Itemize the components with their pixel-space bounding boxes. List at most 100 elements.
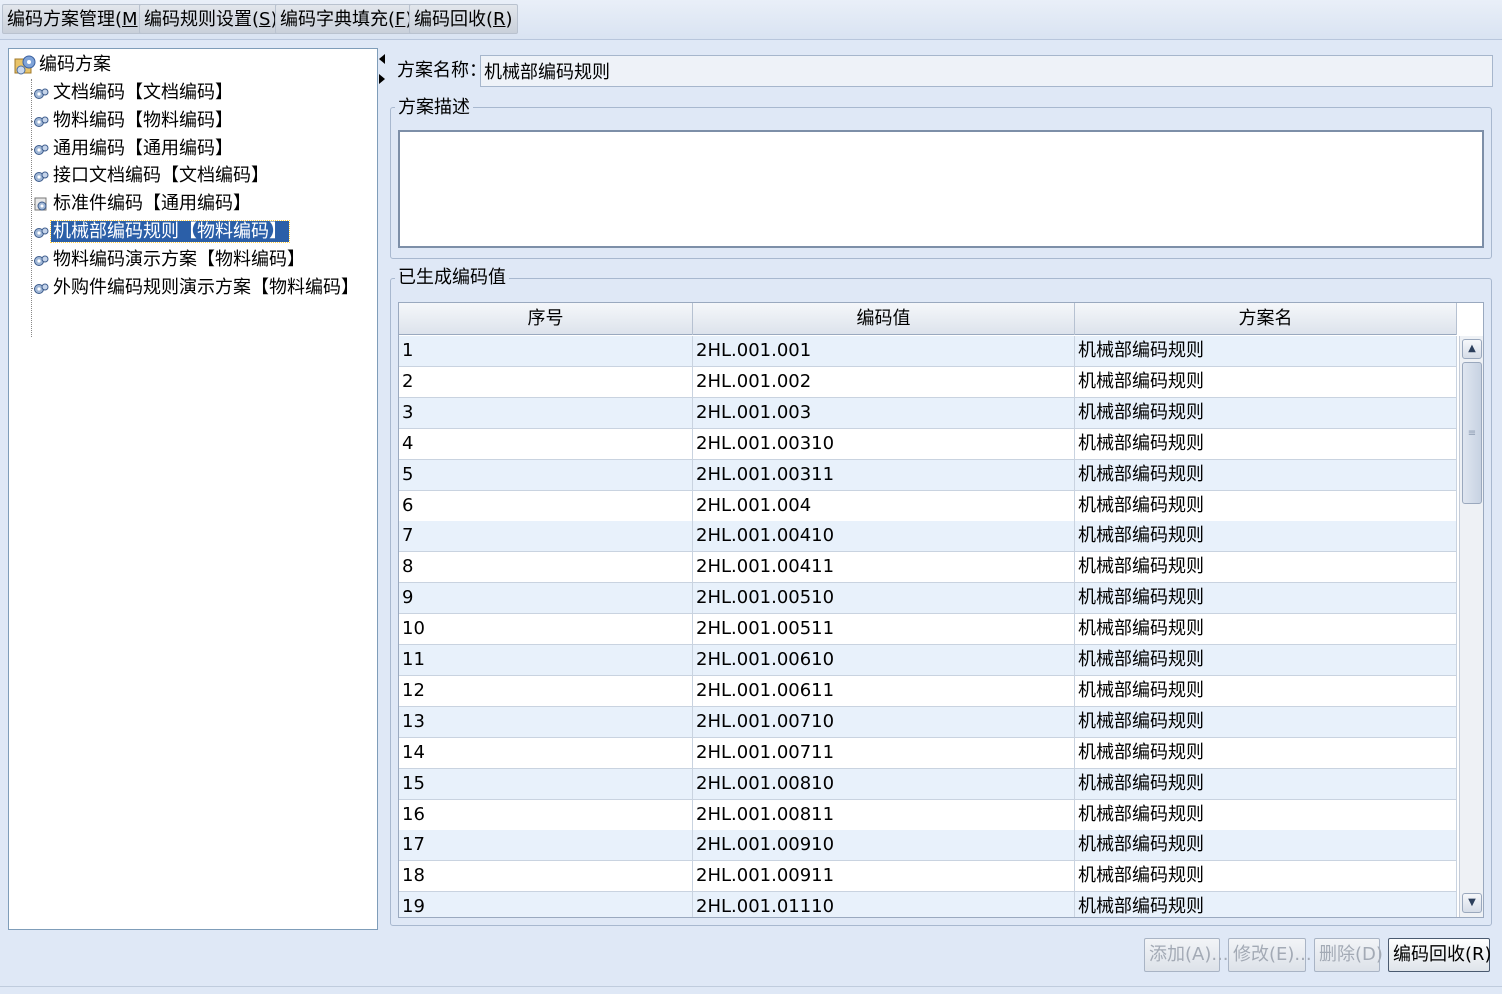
table-row[interactable]: 9 2HL.001.00510 机械部编码规则	[399, 583, 1457, 615]
cell-code: 2HL.001.00610	[693, 645, 1075, 675]
table-row[interactable]: 12 2HL.001.00611 机械部编码规则	[399, 675, 1457, 707]
description-textarea[interactable]	[398, 130, 1484, 248]
recycle-button[interactable]: 编码回收(R)	[1388, 938, 1492, 972]
menu-code-recycle[interactable]: 编码回收(R)	[409, 4, 518, 34]
cell-index: 9	[399, 583, 693, 614]
tree-item[interactable]: 物料编码演示方案【物料编码】	[51, 247, 307, 273]
table-row[interactable]: 3 2HL.001.003 机械部编码规则	[399, 397, 1457, 429]
table-scrollbar[interactable]: ▲ ≡ ▼	[1459, 336, 1483, 917]
cell-index: 1	[399, 336, 693, 366]
gear-icon	[34, 88, 49, 99]
tree-root[interactable]: 编码方案	[39, 52, 111, 78]
tree-item[interactable]: 标准件编码【通用编码】	[51, 191, 253, 217]
menu-label: 编码方案管理	[7, 9, 115, 30]
table-row[interactable]: 14 2HL.001.00711 机械部编码规则	[399, 737, 1457, 769]
scroll-thumb[interactable]: ≡	[1462, 362, 1482, 504]
gear-icon	[34, 255, 49, 266]
menu-shortcut: F	[395, 9, 406, 30]
scheme-tree[interactable]: 编码方案 文档编码【文档编码】物料编码【物料编码】通用编码【通用编码】接口文档编…	[8, 48, 378, 930]
menu-label: 编码字典填充	[280, 9, 388, 30]
description-group-title: 方案描述	[395, 97, 473, 119]
scroll-up-button[interactable]: ▲	[1462, 339, 1482, 359]
cell-scheme: 机械部编码规则	[1075, 336, 1457, 366]
generated-codes-group-title: 已生成编码值	[395, 267, 509, 289]
cell-index: 13	[399, 706, 693, 737]
table-row[interactable]: 8 2HL.001.00411 机械部编码规则	[399, 552, 1457, 584]
table-row[interactable]: 15 2HL.001.00810 机械部编码规则	[399, 768, 1457, 800]
menu-shortcut: M	[122, 9, 138, 30]
cell-code: 2HL.001.00811	[693, 799, 1075, 830]
table-row[interactable]: 5 2HL.001.00311 机械部编码规则	[399, 459, 1457, 491]
cell-index: 6	[399, 490, 693, 521]
menu-shortcut: R	[493, 9, 506, 30]
table-header: 序号 编码值 方案名	[399, 303, 1457, 335]
add-button[interactable]: 添加(A)...	[1144, 938, 1229, 972]
tree-item-label: 物料编码演示方案【物料编码】	[53, 248, 305, 270]
cell-index: 7	[399, 521, 693, 552]
tree-item-label: 通用编码【通用编码】	[53, 137, 233, 159]
cell-index: 16	[399, 799, 693, 830]
tree-item-label: 接口文档编码【文档编码】	[53, 165, 269, 187]
cell-scheme: 机械部编码规则	[1075, 583, 1457, 614]
cell-code: 2HL.001.00510	[693, 583, 1075, 614]
cell-code: 2HL.001.00310	[693, 428, 1075, 459]
tree-item[interactable]: 外购件编码规则演示方案【物料编码】	[51, 275, 361, 301]
tree-item[interactable]: 物料编码【物料编码】	[51, 108, 235, 134]
column-header-scheme[interactable]: 方案名	[1075, 303, 1457, 335]
delete-button[interactable]: 删除(D)	[1314, 938, 1383, 972]
gear-icon	[34, 171, 49, 183]
table-row[interactable]: 6 2HL.001.004 机械部编码规则	[399, 490, 1457, 522]
column-header-code[interactable]: 编码值	[693, 303, 1075, 335]
column-header-index[interactable]: 序号	[399, 303, 693, 335]
cell-index: 10	[399, 614, 693, 645]
cell-scheme: 机械部编码规则	[1075, 706, 1457, 737]
table-row[interactable]: 16 2HL.001.00811 机械部编码规则	[399, 799, 1457, 831]
table-row[interactable]: 17 2HL.001.00910 机械部编码规则	[399, 830, 1457, 862]
tree-item[interactable]: 文档编码【文档编码】	[51, 80, 235, 106]
menu-scheme-management[interactable]: 编码方案管理(M)	[2, 4, 150, 34]
table-row[interactable]: 4 2HL.001.00310 机械部编码规则	[399, 428, 1457, 460]
codes-table[interactable]: 序号 编码值 方案名 1 2HL.001.001 机械部编码规则 2 2HL.001.0…	[398, 302, 1484, 918]
scheme-name-label: 方案名称：	[397, 60, 487, 81]
scroll-down-button[interactable]: ▼	[1462, 893, 1482, 913]
tree-item-label: 机械部编码规则【物料编码】	[50, 220, 290, 243]
cell-code: 2HL.001.00410	[693, 521, 1075, 552]
cell-code: 2HL.001.00911	[693, 861, 1075, 892]
tree-connector	[31, 79, 32, 337]
cell-code: 2HL.001.00711	[693, 737, 1075, 768]
cell-index: 2	[399, 366, 693, 397]
tree-item-label: 外购件编码规则演示方案【物料编码】	[53, 276, 359, 298]
table-row[interactable]: 1 2HL.001.001 机械部编码规则	[399, 336, 1457, 367]
cell-scheme: 机械部编码规则	[1075, 397, 1457, 428]
cell-scheme: 机械部编码规则	[1075, 892, 1457, 917]
tree-item-label: 文档编码【文档编码】	[53, 82, 233, 103]
scheme-name-field[interactable]	[480, 55, 1493, 87]
cell-code: 2HL.001.00511	[693, 614, 1075, 645]
cell-index: 5	[399, 459, 693, 490]
cell-code: 2HL.001.004	[693, 490, 1075, 521]
splitter-collapse-icon[interactable]	[378, 52, 386, 86]
cell-code: 2HL.001.00611	[693, 675, 1075, 706]
table-row[interactable]: 7 2HL.001.00410 机械部编码规则	[399, 521, 1457, 553]
cell-scheme: 机械部编码规则	[1075, 861, 1457, 892]
cell-scheme: 机械部编码规则	[1075, 428, 1457, 459]
table-row[interactable]: 19 2HL.001.01110 机械部编码规则	[399, 892, 1457, 917]
menu-rule-settings[interactable]: 编码规则设置(S)	[139, 4, 283, 34]
table-row[interactable]: 11 2HL.001.00610 机械部编码规则	[399, 645, 1457, 676]
cell-index: 11	[399, 645, 693, 675]
menu-dictionary-fill[interactable]: 编码字典填充(F)	[275, 4, 418, 34]
status-bar	[0, 986, 1502, 994]
tree-item[interactable]: 通用编码【通用编码】	[51, 136, 235, 162]
tree-item[interactable]: 接口文档编码【文档编码】	[51, 163, 271, 189]
table-row[interactable]: 13 2HL.001.00710 机械部编码规则	[399, 706, 1457, 738]
table-row[interactable]: 18 2HL.001.00911 机械部编码规则	[399, 861, 1457, 893]
edit-button[interactable]: 修改(E)...	[1228, 938, 1312, 972]
table-row[interactable]: 2 2HL.001.002 机械部编码规则	[399, 366, 1457, 398]
cell-scheme: 机械部编码规则	[1075, 521, 1457, 552]
cell-scheme: 机械部编码规则	[1075, 737, 1457, 768]
cell-code: 2HL.001.00311	[693, 459, 1075, 490]
cell-index: 14	[399, 737, 693, 768]
tree-item[interactable]: 机械部编码规则【物料编码】	[50, 219, 290, 245]
table-row[interactable]: 10 2HL.001.00511 机械部编码规则	[399, 614, 1457, 646]
cell-index: 3	[399, 397, 693, 428]
